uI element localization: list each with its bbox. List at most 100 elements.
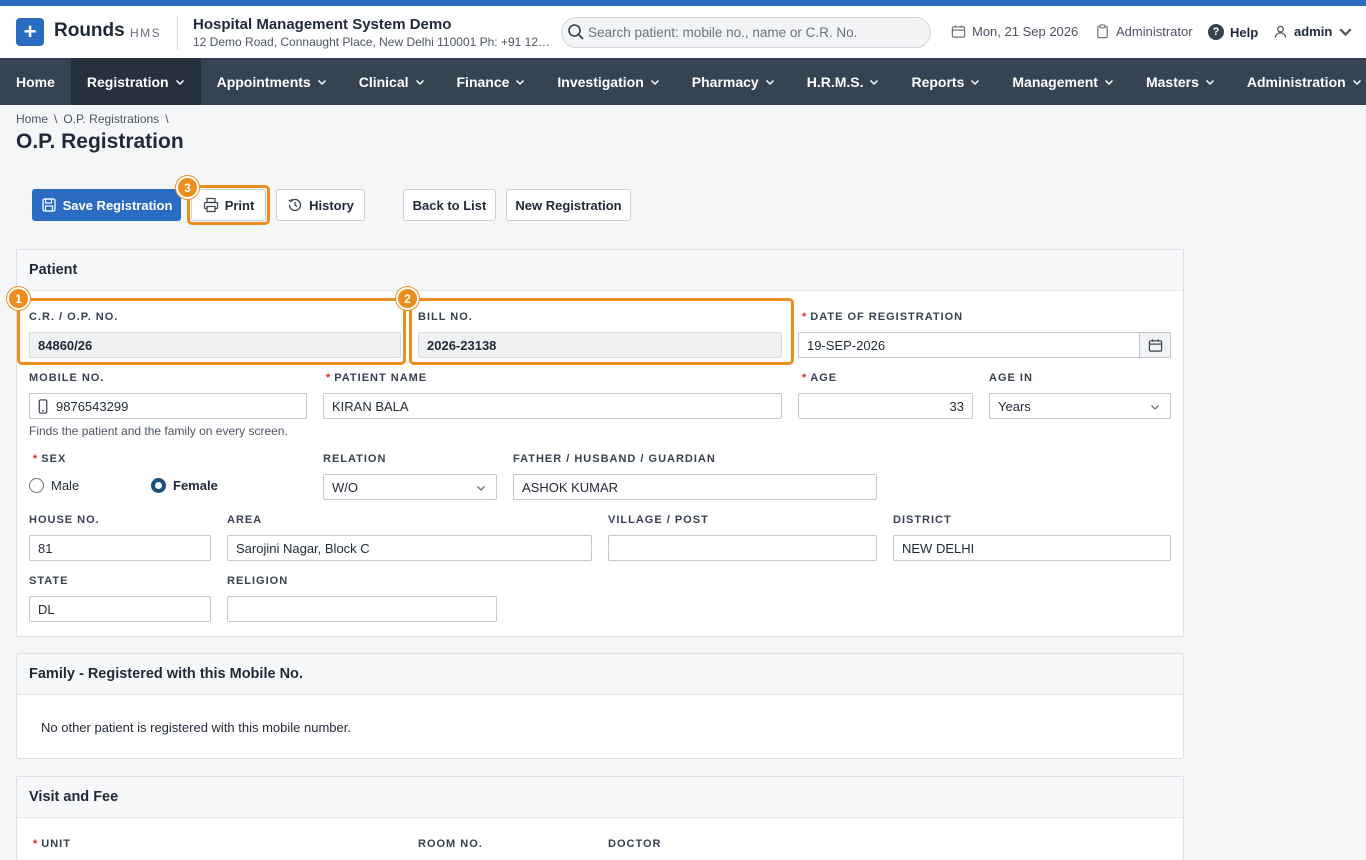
- brand-name: Rounds: [54, 20, 125, 41]
- patient-name-label: * Patient Name: [326, 372, 428, 384]
- family-card: Family - Registered with this Mobile No.…: [16, 653, 1184, 759]
- age-value: 33: [949, 398, 964, 414]
- village-field[interactable]: [608, 535, 877, 561]
- role-label: Administrator: [1116, 24, 1193, 39]
- relation-select[interactable]: W/O: [323, 474, 497, 500]
- save-icon: [41, 198, 56, 212]
- nav-item-label: Registration: [86, 73, 169, 90]
- patient-name-field[interactable]: KIRAN BALA: [323, 393, 782, 419]
- house-no-label: House No.: [29, 514, 100, 526]
- nav-item-label: Home: [16, 73, 55, 90]
- mobile-no-field[interactable]: 9876543299: [29, 393, 307, 419]
- nav-item-administration[interactable]: Administration: [1231, 58, 1366, 105]
- area-label: Area: [227, 514, 263, 526]
- bill-no-field: 2026-23138: [418, 332, 782, 358]
- breadcrumb: Home \ O.P. Registrations \: [16, 112, 169, 126]
- house-no-value: 81: [38, 540, 53, 556]
- back-label: Back to List: [412, 197, 487, 213]
- date-reg-label-text: Date of Registration: [810, 311, 964, 323]
- date-of-registration-label: * Date of Registration: [802, 311, 964, 323]
- new-label: New Registration: [515, 197, 622, 213]
- org-title: Hospital Management System Demo: [193, 16, 452, 33]
- chevron-down-icon: [1339, 28, 1352, 37]
- nav-item-management[interactable]: Management: [996, 58, 1130, 105]
- app-header: + Rounds HMS Hospital Management System …: [0, 6, 1366, 58]
- breadcrumb-section[interactable]: O.P. Registrations: [63, 112, 159, 126]
- house-no-field[interactable]: 81: [29, 535, 211, 561]
- state-field[interactable]: DL: [29, 596, 211, 622]
- patient-card: Patient: [16, 249, 1184, 637]
- area-field[interactable]: Sarojini Nagar, Block C: [227, 535, 592, 561]
- chevron-down-icon: [477, 486, 485, 491]
- unit-label: * Unit: [33, 838, 71, 850]
- radio-checked-icon: [151, 478, 166, 493]
- sex-male-radio[interactable]: Male: [29, 478, 79, 493]
- nav-item-home[interactable]: Home: [0, 58, 71, 105]
- bill-no-label: Bill No.: [418, 311, 473, 323]
- sex-female-radio[interactable]: Female: [151, 478, 218, 493]
- nav-item-appointments[interactable]: Appointments: [201, 58, 343, 105]
- sex-female-label: Female: [173, 478, 218, 493]
- breadcrumb-separator: \: [165, 112, 169, 126]
- step-marker-1: 1: [7, 287, 30, 310]
- chevron-down-icon: [1104, 79, 1113, 85]
- role-display[interactable]: Administrator: [1095, 24, 1193, 39]
- nav-item-label: Administration: [1246, 73, 1346, 90]
- patient-name-value: KIRAN BALA: [332, 398, 409, 414]
- age-label-text: Age: [810, 372, 838, 384]
- relation-value: W/O: [332, 479, 358, 495]
- org-address: 12 Demo Road, Connaught Place, New Delhi…: [193, 35, 553, 49]
- age-field[interactable]: 33: [798, 393, 973, 419]
- date-of-registration-field[interactable]: 19-SEP-2026: [798, 332, 1140, 358]
- nav-item-clinical[interactable]: Clinical: [343, 58, 441, 105]
- nav-item-label: Finance: [456, 73, 510, 90]
- nav-item-pharmacy[interactable]: Pharmacy: [676, 58, 791, 105]
- sex-label-text: Sex: [41, 453, 67, 465]
- nav-item-reports[interactable]: Reports: [895, 58, 996, 105]
- new-registration-button[interactable]: New Registration: [506, 189, 631, 221]
- patient-name-label-text: Patient Name: [334, 372, 428, 384]
- save-registration-button[interactable]: Save Registration: [32, 189, 181, 221]
- save-label: Save Registration: [62, 197, 173, 213]
- nav-item-registration[interactable]: Registration: [70, 58, 201, 105]
- current-date: Mon, 21 Sep 2026: [972, 24, 1079, 39]
- chevron-down-icon: [1205, 79, 1214, 85]
- user-name: admin: [1294, 24, 1333, 39]
- age-in-select[interactable]: Years: [989, 393, 1171, 419]
- guardian-value: ASHOK KUMAR: [522, 479, 619, 495]
- brand-sub: HMS: [130, 26, 162, 40]
- main-nav: Home Registration Appointments Clinical Fina…: [0, 58, 1366, 105]
- sex-label: * Sex: [33, 453, 67, 465]
- family-card-title: Family - Registered with this Mobile No.: [17, 654, 1183, 695]
- nav-item-h-r-m-s[interactable]: H.R.M.S.: [791, 58, 896, 105]
- state-label: State: [29, 575, 69, 587]
- bill-no-value: 2026-23138: [427, 337, 497, 353]
- nav-item-masters[interactable]: Masters: [1130, 58, 1231, 105]
- breadcrumb-home[interactable]: Home: [16, 112, 48, 126]
- nav-item-investigation[interactable]: Investigation: [541, 58, 675, 105]
- chevron-down-icon: [971, 79, 980, 85]
- religion-field[interactable]: [227, 596, 497, 622]
- search-icon: [568, 24, 584, 40]
- doctor-label: Doctor: [608, 838, 662, 850]
- guardian-field[interactable]: ASHOK KUMAR: [513, 474, 877, 500]
- nav-item-label: Reports: [911, 73, 965, 90]
- patient-card-title: Patient: [17, 250, 1183, 291]
- printer-icon: [203, 197, 218, 213]
- print-label: Print: [224, 197, 255, 213]
- district-field[interactable]: NEW DELHI: [893, 535, 1171, 561]
- back-to-list-button[interactable]: Back to List: [403, 189, 496, 221]
- relation-label: Relation: [323, 453, 387, 465]
- print-button[interactable]: Print: [191, 189, 266, 221]
- help-label: Help: [1230, 24, 1259, 40]
- date-picker-button[interactable]: [1139, 332, 1171, 358]
- help-link[interactable]: ? Help: [1208, 24, 1258, 40]
- nav-item-label: Management: [1012, 73, 1098, 90]
- date-reg-value: 19-SEP-2026: [807, 337, 886, 353]
- chevron-down-icon: [516, 79, 525, 85]
- history-button[interactable]: History: [276, 189, 365, 221]
- nav-item-finance[interactable]: Finance: [441, 58, 542, 105]
- user-menu[interactable]: admin: [1273, 24, 1353, 39]
- nav-item-label: Appointments: [216, 73, 311, 90]
- patient-search-input[interactable]: Search patient: mobile no., name or C.R.…: [561, 17, 931, 48]
